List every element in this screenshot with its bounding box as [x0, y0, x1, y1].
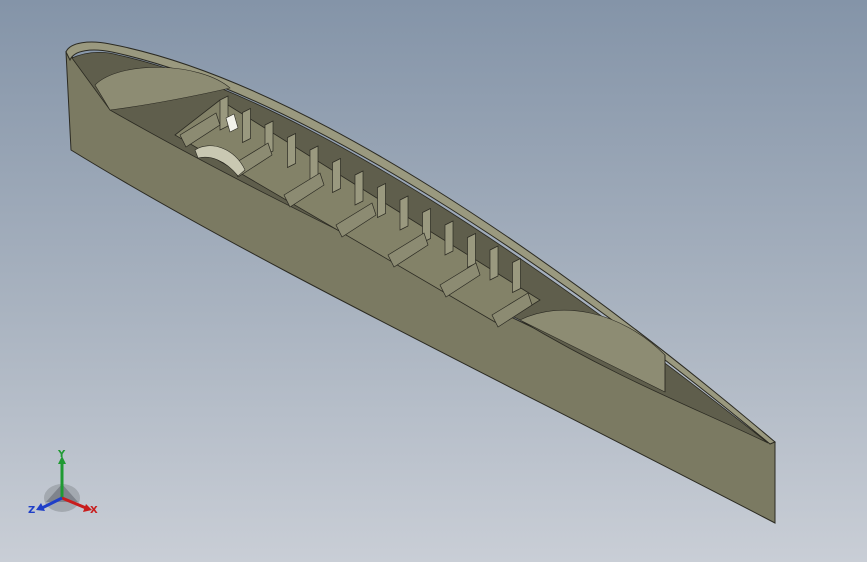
stringer: [399, 195, 409, 231]
triad-y-label: Y: [58, 449, 66, 460]
wing-section-model[interactable]: [0, 0, 867, 562]
stringer: [377, 182, 386, 219]
triad-z-label: Z: [28, 505, 36, 516]
view-orientation-triad: Y X Z: [24, 448, 104, 528]
triad-graphic: [36, 456, 92, 512]
stringer: [354, 170, 364, 206]
stringer: [467, 232, 476, 269]
graphics-viewport[interactable]: Y X Z: [0, 0, 867, 562]
stringer: [219, 95, 229, 131]
stringer: [242, 107, 251, 144]
stringer: [444, 220, 454, 256]
stringer: [332, 157, 341, 194]
triad-x-label: X: [90, 505, 98, 516]
stringer: [512, 257, 521, 294]
stringer: [287, 132, 296, 169]
stringer: [489, 245, 499, 281]
